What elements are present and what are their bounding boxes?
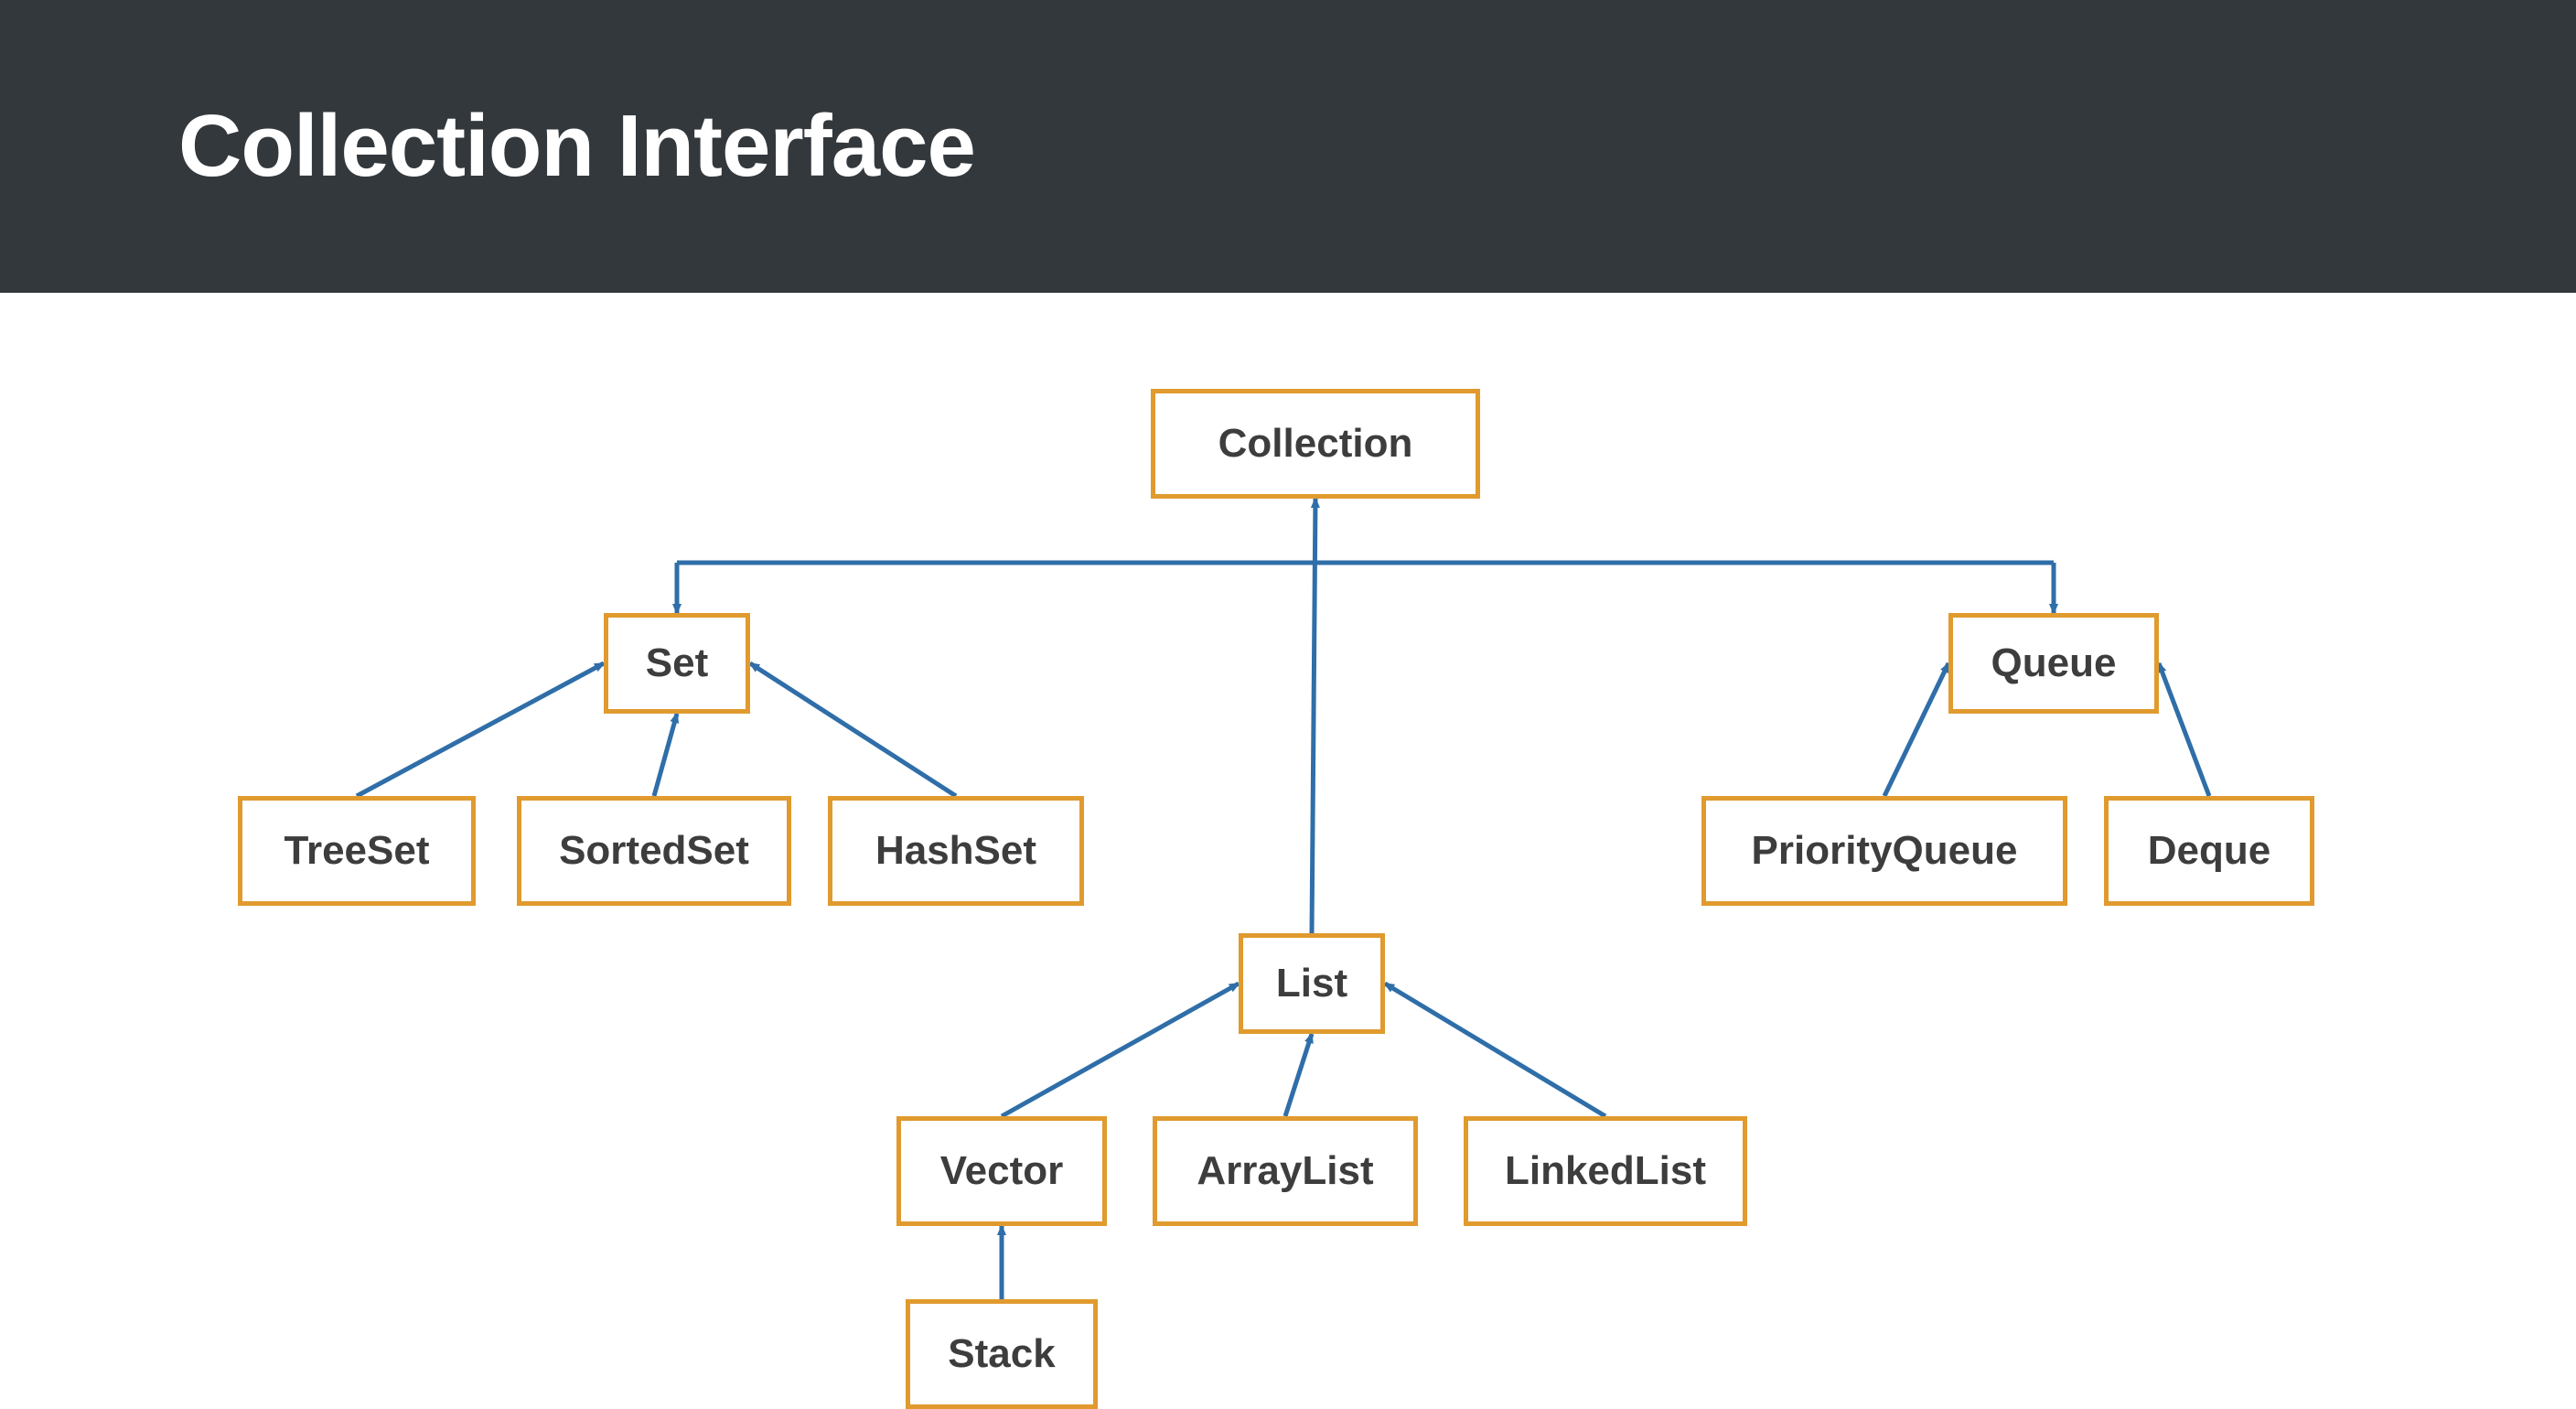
node-label: ArrayList bbox=[1197, 1148, 1373, 1194]
node-vector: Vector bbox=[896, 1116, 1107, 1226]
node-arraylist: ArrayList bbox=[1153, 1116, 1418, 1226]
node-label: Stack bbox=[948, 1331, 1055, 1377]
node-label: Deque bbox=[2148, 828, 2270, 874]
node-label: List bbox=[1276, 961, 1347, 1006]
node-deque: Deque bbox=[2104, 796, 2314, 906]
node-label: HashSet bbox=[875, 828, 1036, 874]
node-label: Vector bbox=[940, 1148, 1064, 1194]
slide-header: Collection Interface bbox=[0, 0, 2576, 293]
node-queue: Queue bbox=[1948, 613, 2159, 714]
node-label: Set bbox=[646, 640, 708, 686]
node-linkedlist: LinkedList bbox=[1464, 1116, 1747, 1226]
node-treeset: TreeSet bbox=[238, 796, 476, 906]
node-priorityqueue: PriorityQueue bbox=[1701, 796, 2067, 906]
node-set: Set bbox=[604, 613, 750, 714]
node-stack: Stack bbox=[906, 1299, 1098, 1409]
node-sortedset: SortedSet bbox=[517, 796, 791, 906]
node-collection: Collection bbox=[1151, 389, 1480, 499]
node-list: List bbox=[1239, 933, 1385, 1034]
node-label: Queue bbox=[1991, 640, 2117, 686]
slide-title: Collection Interface bbox=[178, 96, 975, 197]
node-hashset: HashSet bbox=[828, 796, 1084, 906]
node-label: TreeSet bbox=[284, 828, 430, 874]
node-label: SortedSet bbox=[559, 828, 749, 874]
node-label: LinkedList bbox=[1505, 1148, 1706, 1194]
node-label: PriorityQueue bbox=[1752, 828, 2018, 874]
node-label: Collection bbox=[1218, 421, 1413, 467]
hierarchy-diagram: Collection Set Queue TreeSet SortedSet H… bbox=[0, 293, 2576, 1376]
